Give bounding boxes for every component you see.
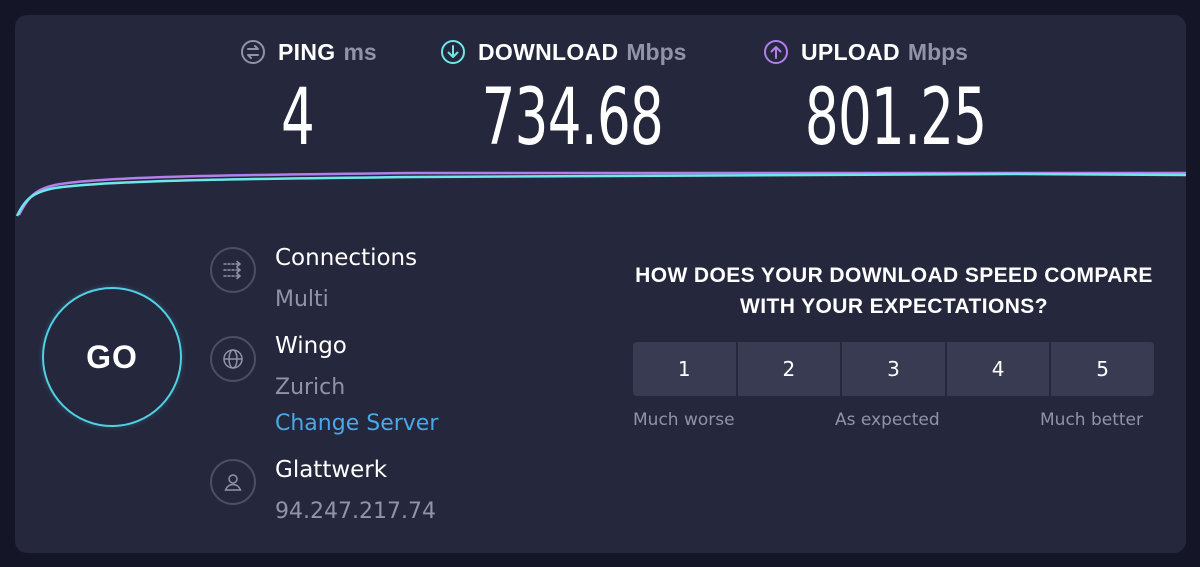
user-icon — [210, 459, 256, 505]
connections-title: Connections — [275, 245, 418, 271]
ping-unit: ms — [343, 38, 377, 65]
upload-unit: Mbps — [907, 38, 968, 65]
speedtest-result-panel: PING ms 4 DOWNLOAD Mbps 734.68 UPLOAD Mb… — [15, 15, 1186, 553]
go-button[interactable]: GO — [42, 287, 182, 427]
rating-scale: 1 2 3 4 5 — [633, 342, 1154, 396]
rating-option-2[interactable]: 2 — [735, 342, 841, 396]
server-name: Wingo — [275, 333, 347, 359]
upload-label: UPLOAD — [801, 38, 900, 65]
rating-option-1[interactable]: 1 — [633, 342, 736, 396]
speed-graph — [15, 171, 1186, 217]
globe-icon — [210, 336, 256, 382]
connections-value: Multi — [275, 287, 329, 312]
scale-label-low: Much worse — [633, 410, 735, 430]
download-value: 734.68 — [481, 73, 664, 163]
ping-label: PING — [278, 38, 336, 65]
survey-question: HOW DOES YOUR DOWNLOAD SPEED COMPARE WIT… — [635, 264, 1153, 318]
scale-label-mid: As expected — [835, 410, 940, 430]
upload-value: 801.25 — [804, 73, 987, 163]
download-label: DOWNLOAD — [478, 38, 619, 65]
download-arrow-icon — [440, 39, 466, 65]
ip-address: 94.247.217.74 — [275, 499, 436, 524]
download-graph-line — [15, 172, 1186, 217]
go-button-label: GO — [86, 338, 138, 375]
server-location: Zurich — [275, 375, 346, 400]
provider-name: Glattwerk — [275, 457, 388, 483]
change-server-link[interactable]: Change Server — [275, 411, 438, 436]
upload-graph-line — [17, 171, 1186, 216]
download-unit: Mbps — [626, 38, 687, 65]
rating-option-4[interactable]: 4 — [944, 342, 1050, 396]
rating-option-5[interactable]: 5 — [1049, 342, 1154, 396]
rating-option-3[interactable]: 3 — [840, 342, 945, 396]
ping-icon — [240, 39, 266, 65]
ping-value: 4 — [280, 73, 315, 163]
upload-arrow-icon — [763, 39, 789, 65]
scale-label-high: Much better — [1040, 410, 1143, 430]
connections-icon — [210, 247, 256, 293]
